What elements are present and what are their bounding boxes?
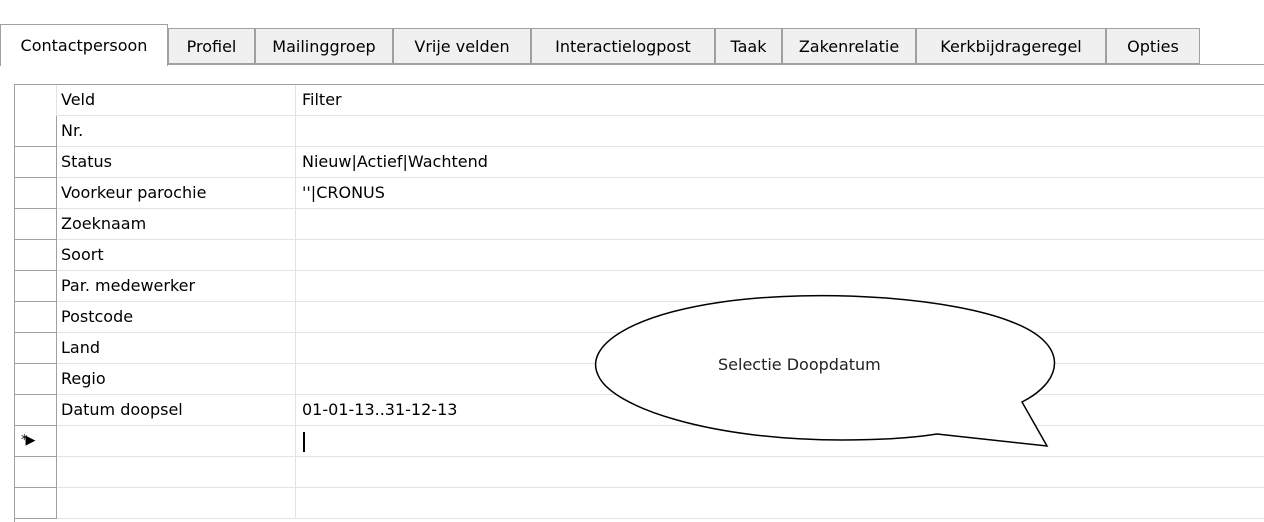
table-row[interactable]: Regio: [15, 364, 1264, 395]
filter-cell[interactable]: Nieuw|Actief|Wachtend: [296, 147, 1264, 178]
row-selector[interactable]: [15, 209, 57, 240]
filter-cell-new[interactable]: [296, 426, 1264, 457]
row-selector[interactable]: [15, 457, 57, 488]
tab-opties[interactable]: Opties: [1106, 28, 1200, 64]
row-selector[interactable]: [15, 333, 57, 364]
row-selector[interactable]: [15, 488, 57, 519]
veld-cell[interactable]: Land: [57, 333, 296, 364]
grid-header: Veld Filter: [15, 85, 1264, 116]
tab-kerkbijdrageregel[interactable]: Kerkbijdrageregel: [916, 28, 1106, 64]
filter-cell[interactable]: [296, 209, 1264, 240]
header-selector: [15, 85, 57, 116]
text-caret: [303, 431, 305, 452]
filter-cell[interactable]: [296, 302, 1264, 333]
table-row[interactable]: Datum doopsel 01-01-13..31-12-13: [15, 395, 1264, 426]
row-selector[interactable]: [15, 364, 57, 395]
veld-cell[interactable]: Status: [57, 147, 296, 178]
column-header-filter[interactable]: Filter: [296, 85, 1264, 116]
callout-text: Selectie Doopdatum: [718, 355, 881, 374]
new-row-marker-icon: *▶: [15, 426, 57, 457]
veld-cell[interactable]: Nr.: [57, 116, 296, 147]
table-row[interactable]: [15, 457, 1264, 488]
column-header-veld[interactable]: Veld: [57, 85, 296, 116]
veld-cell[interactable]: Voorkeur parochie: [57, 178, 296, 209]
table-row[interactable]: Soort: [15, 240, 1264, 271]
row-selector[interactable]: [15, 395, 57, 426]
table-row[interactable]: Land: [15, 333, 1264, 364]
table-row[interactable]: Voorkeur parochie ''|CRONUS: [15, 178, 1264, 209]
table-row[interactable]: Par. medewerker: [15, 271, 1264, 302]
tab-strip: Contactpersoon Profiel Mailinggroep Vrij…: [0, 0, 1264, 66]
table-row[interactable]: [15, 488, 1264, 519]
filter-cell[interactable]: [296, 488, 1264, 519]
row-selector[interactable]: [15, 271, 57, 302]
tab-taak[interactable]: Taak: [715, 28, 782, 64]
filter-cell[interactable]: [296, 271, 1264, 302]
row-selector[interactable]: [15, 302, 57, 333]
veld-cell[interactable]: Zoeknaam: [57, 209, 296, 240]
new-row[interactable]: *▶: [15, 426, 1264, 457]
filter-cell[interactable]: [296, 457, 1264, 488]
row-selector[interactable]: [15, 116, 57, 147]
veld-cell[interactable]: Datum doopsel: [57, 395, 296, 426]
filter-cell[interactable]: ''|CRONUS: [296, 178, 1264, 209]
tab-baseline: [168, 64, 1264, 65]
filter-cell[interactable]: [296, 240, 1264, 271]
veld-cell[interactable]: Soort: [57, 240, 296, 271]
tab-contactpersoon[interactable]: Contactpersoon: [0, 24, 168, 66]
veld-cell[interactable]: [57, 457, 296, 488]
table-row[interactable]: Nr.: [15, 116, 1264, 147]
row-selector[interactable]: [15, 178, 57, 209]
filter-window: Contactpersoon Profiel Mailinggroep Vrij…: [0, 0, 1264, 522]
veld-cell[interactable]: Par. medewerker: [57, 271, 296, 302]
veld-cell-new[interactable]: [57, 426, 296, 457]
tab-interactielogpost[interactable]: Interactielogpost: [531, 28, 715, 64]
tab-profiel[interactable]: Profiel: [168, 28, 255, 64]
table-row[interactable]: Status Nieuw|Actief|Wachtend: [15, 147, 1264, 178]
tab-vrije-velden[interactable]: Vrije velden: [393, 28, 531, 64]
table-row[interactable]: Zoeknaam: [15, 209, 1264, 240]
table-row[interactable]: Postcode: [15, 302, 1264, 333]
filter-cell[interactable]: [296, 116, 1264, 147]
filter-grid: Veld Filter Nr. Status Nieuw|Actief|Wach…: [14, 84, 1264, 522]
veld-cell[interactable]: Postcode: [57, 302, 296, 333]
veld-cell[interactable]: Regio: [57, 364, 296, 395]
row-selector[interactable]: [15, 147, 57, 178]
filter-cell[interactable]: 01-01-13..31-12-13: [296, 395, 1264, 426]
veld-cell[interactable]: [57, 488, 296, 519]
tab-mailinggroep[interactable]: Mailinggroep: [255, 28, 393, 64]
row-selector[interactable]: [15, 240, 57, 271]
tab-zakenrelatie[interactable]: Zakenrelatie: [782, 28, 916, 64]
